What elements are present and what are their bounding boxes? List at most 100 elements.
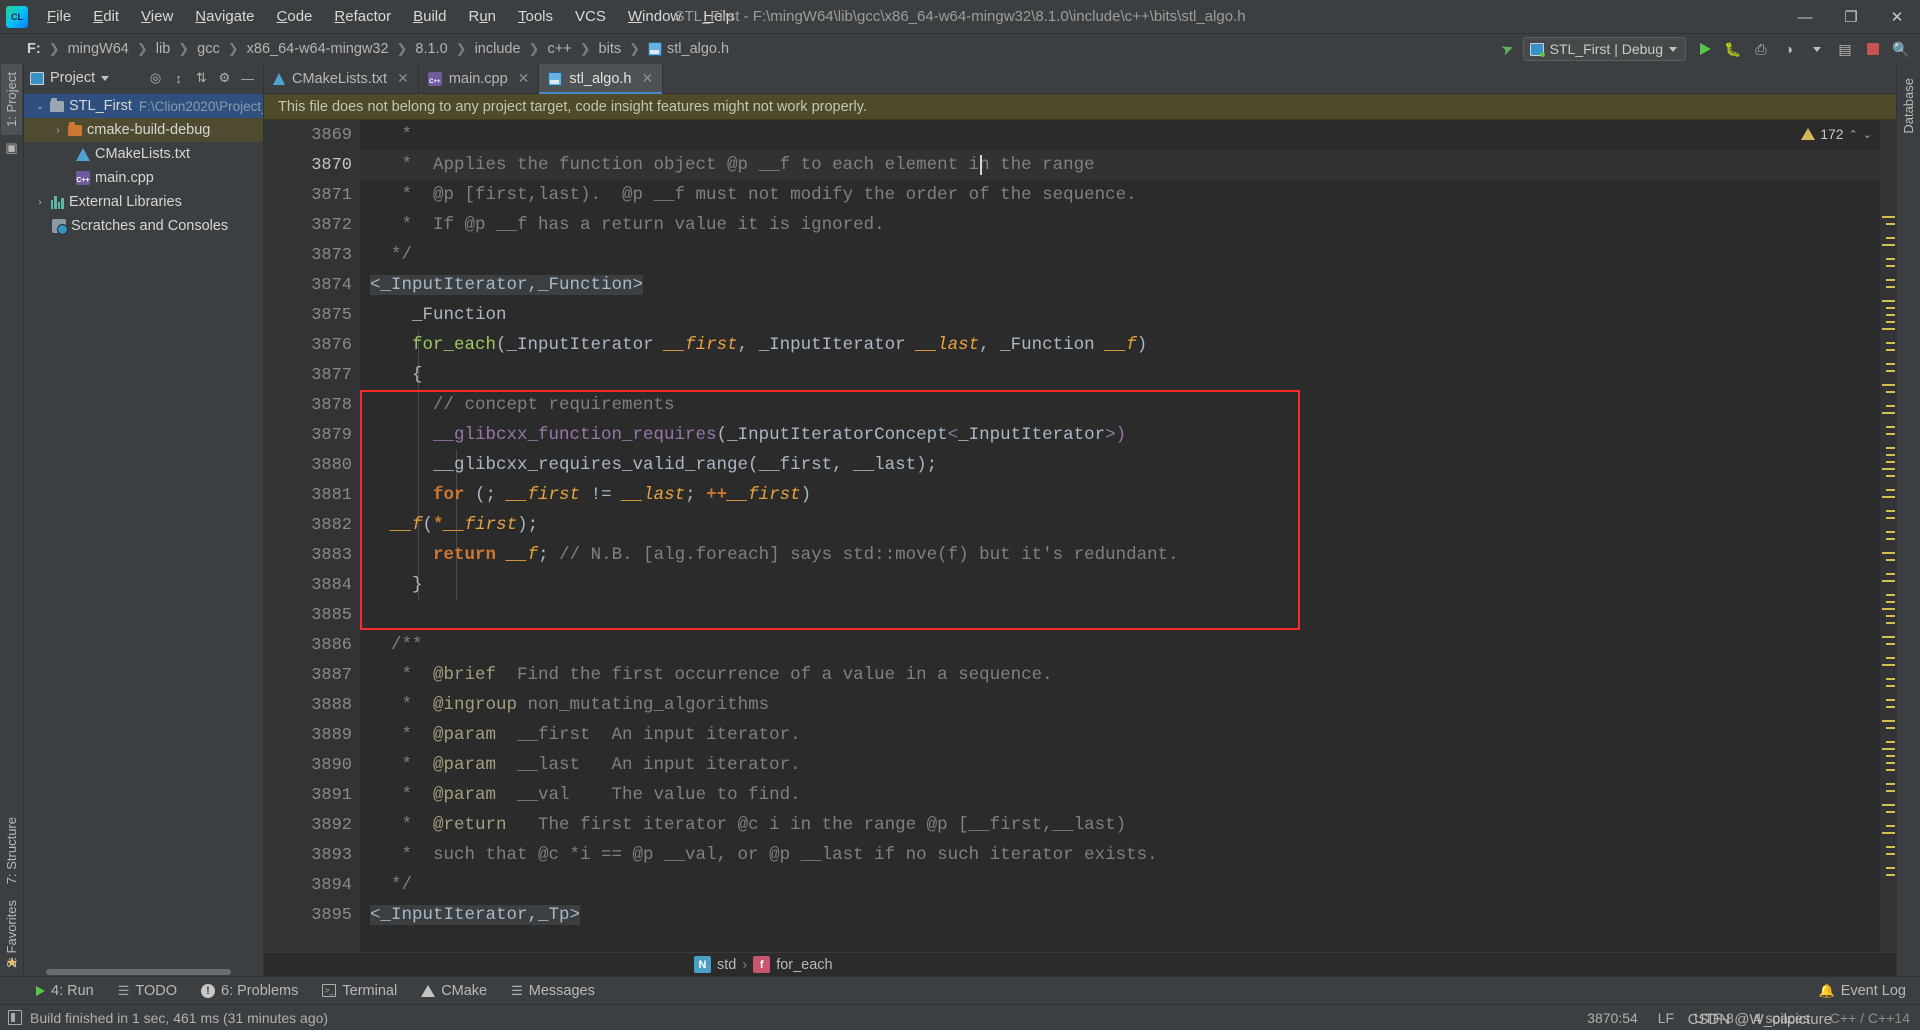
code-line[interactable]: {	[360, 360, 1880, 390]
warning-stripe-tick[interactable]	[1886, 307, 1895, 309]
tree-item-cmakelists[interactable]: CMakeLists.txt	[24, 142, 263, 166]
code-line[interactable]: }	[360, 570, 1880, 600]
chevron-down-icon[interactable]: ⌄	[32, 101, 48, 112]
warning-stripe-tick[interactable]	[1886, 559, 1895, 561]
breadcrumb-item-drive[interactable]: F:	[24, 39, 44, 59]
warning-stripe-tick[interactable]	[1886, 314, 1895, 316]
warning-stripe-tick[interactable]	[1886, 475, 1895, 477]
chevron-right-icon[interactable]: ›	[32, 197, 48, 208]
menu-item-view[interactable]: View	[130, 4, 184, 29]
warning-stripe-tick[interactable]	[1886, 790, 1895, 792]
line-number-gutter[interactable]: 38693870387138723873387438753876↶↷387738…	[264, 120, 394, 952]
menu-item-run[interactable]: Run	[457, 4, 507, 29]
code-line[interactable]: * @return The first iterator @c i in the…	[360, 810, 1880, 840]
menu-item-navigate[interactable]: Navigate	[184, 4, 265, 29]
line-number[interactable]: 3895	[264, 900, 360, 930]
warning-stripe-tick[interactable]	[1886, 685, 1895, 687]
warning-stripe-tick[interactable]	[1882, 496, 1895, 498]
code-line[interactable]: __f(*__first);	[360, 510, 1880, 540]
tool-window-todo[interactable]: ☰ TODO	[106, 980, 189, 1002]
menu-item-file[interactable]: FFileile	[36, 4, 82, 29]
breadcrumb-item-gcc[interactable]: gcc	[194, 39, 223, 59]
warning-stripe-tick[interactable]	[1886, 874, 1895, 876]
line-number[interactable]: 3876↶↷	[264, 330, 394, 360]
close-icon[interactable]: ✕	[397, 70, 409, 87]
line-number[interactable]: 3872	[264, 210, 360, 240]
tool-window-terminal[interactable]: >_ Terminal	[310, 980, 409, 1002]
tree-item-main-cpp[interactable]: C++ main.cpp	[24, 166, 263, 190]
code-line[interactable]: * @ingroup non_mutating_algorithms	[360, 690, 1880, 720]
warning-stripe-tick[interactable]	[1886, 678, 1895, 680]
line-number[interactable]: 3886	[264, 630, 394, 660]
code-line[interactable]: * Applies the function object @p __f to …	[360, 150, 1880, 180]
line-number[interactable]: 3879	[264, 420, 360, 450]
breadcrumb-function-label[interactable]: for_each	[776, 957, 832, 973]
breadcrumb-item-lib[interactable]: lib	[153, 39, 174, 59]
tree-item-external-libraries[interactable]: › External Libraries	[24, 190, 263, 214]
code-line[interactable]: * @param __last An input iterator.	[360, 750, 1880, 780]
warning-stripe-tick[interactable]	[1882, 748, 1895, 750]
warning-stripe-tick[interactable]	[1886, 517, 1895, 519]
code-line[interactable]: __glibcxx_function_requires(_InputIterat…	[360, 420, 1880, 450]
attach-to-process-button[interactable]: ⎙	[1748, 37, 1774, 61]
line-number[interactable]: 3874	[264, 270, 360, 300]
warning-stripe-tick[interactable]	[1886, 286, 1895, 288]
warning-stripe-tick[interactable]	[1886, 461, 1895, 463]
warning-stripe-tick[interactable]	[1886, 391, 1895, 393]
locate-icon[interactable]: ◎	[146, 69, 165, 88]
breadcrumb-item-include[interactable]: include	[472, 39, 524, 59]
line-number[interactable]: 3882	[264, 510, 360, 540]
tab-stl-algo-h[interactable]: stl_algo.h ✕	[539, 64, 664, 94]
gear-icon[interactable]: ⚙	[215, 69, 234, 88]
project-horizontal-scrollbar[interactable]	[24, 967, 263, 976]
warning-stripe-tick[interactable]	[1886, 279, 1895, 281]
menu-item-refactor[interactable]: Refactor	[323, 4, 402, 29]
favorites-star-icon[interactable]: ★	[0, 954, 24, 972]
sidebar-item-database[interactable]: Database	[1898, 70, 1919, 142]
line-number[interactable]: 3878	[264, 390, 360, 420]
stop-button[interactable]	[1860, 37, 1886, 61]
warning-stripe-tick[interactable]	[1882, 468, 1895, 470]
warning-stripe-tick[interactable]	[1886, 447, 1895, 449]
line-number[interactable]: 3873	[264, 240, 394, 270]
warning-stripe-tick[interactable]	[1886, 727, 1895, 729]
breadcrumb-item-version[interactable]: 8.1.0	[412, 39, 450, 59]
warning-stripe-tick[interactable]	[1886, 783, 1895, 785]
code-line[interactable]: <_InputIterator,_Function>	[360, 270, 1880, 300]
code-line[interactable]: /**	[360, 630, 1880, 660]
breadcrumb-item-target[interactable]: x86_64-w64-mingw32	[244, 39, 392, 59]
collapse-all-icon[interactable]: ⇅	[192, 69, 211, 88]
warning-stripe-tick[interactable]	[1886, 454, 1895, 456]
warning-stripe-tick[interactable]	[1886, 342, 1895, 344]
run-button[interactable]	[1692, 37, 1718, 61]
warning-stripe-tick[interactable]	[1886, 755, 1895, 757]
warning-stripe-tick[interactable]	[1886, 825, 1895, 827]
code-line[interactable]: * @param __first An input iterator.	[360, 720, 1880, 750]
warning-stripe-tick[interactable]	[1886, 762, 1895, 764]
code-line[interactable]: * such that @c *i == @p __val, or @p __l…	[360, 840, 1880, 870]
line-number[interactable]: 3884	[264, 570, 394, 600]
code-line[interactable]: *	[360, 120, 1880, 150]
line-number[interactable]: 3888	[264, 690, 360, 720]
line-number[interactable]: 3880	[264, 450, 360, 480]
tool-window-problems[interactable]: ! 6: Problems	[189, 980, 310, 1002]
warning-stripe-tick[interactable]	[1882, 720, 1895, 722]
breadcrumb-namespace-label[interactable]: std	[717, 957, 736, 973]
warning-stripe-tick[interactable]	[1886, 573, 1895, 575]
warning-stripe-tick[interactable]	[1886, 321, 1895, 323]
menu-item-build[interactable]: Build	[402, 4, 457, 29]
line-number[interactable]: 3890	[264, 750, 360, 780]
warning-stripe-tick[interactable]	[1882, 328, 1895, 330]
code-line[interactable]: * If @p __f has a return value it is ign…	[360, 210, 1880, 240]
code-line[interactable]: * @param __val The value to find.	[360, 780, 1880, 810]
code-line[interactable]: _Function	[360, 300, 1880, 330]
warning-stripe-tick[interactable]	[1886, 741, 1895, 743]
code-line[interactable]: // concept requirements	[360, 390, 1880, 420]
warning-stripe-tick[interactable]	[1882, 552, 1895, 554]
breadcrumb-item-bits[interactable]: bits	[596, 39, 625, 59]
code-line[interactable]: */	[360, 240, 1880, 270]
warning-stripe-tick[interactable]	[1886, 706, 1895, 708]
breadcrumb-item-file[interactable]: stl_algo.h	[645, 39, 732, 59]
hide-panel-icon[interactable]: —	[238, 69, 257, 88]
warning-stripe-tick[interactable]	[1886, 433, 1895, 435]
